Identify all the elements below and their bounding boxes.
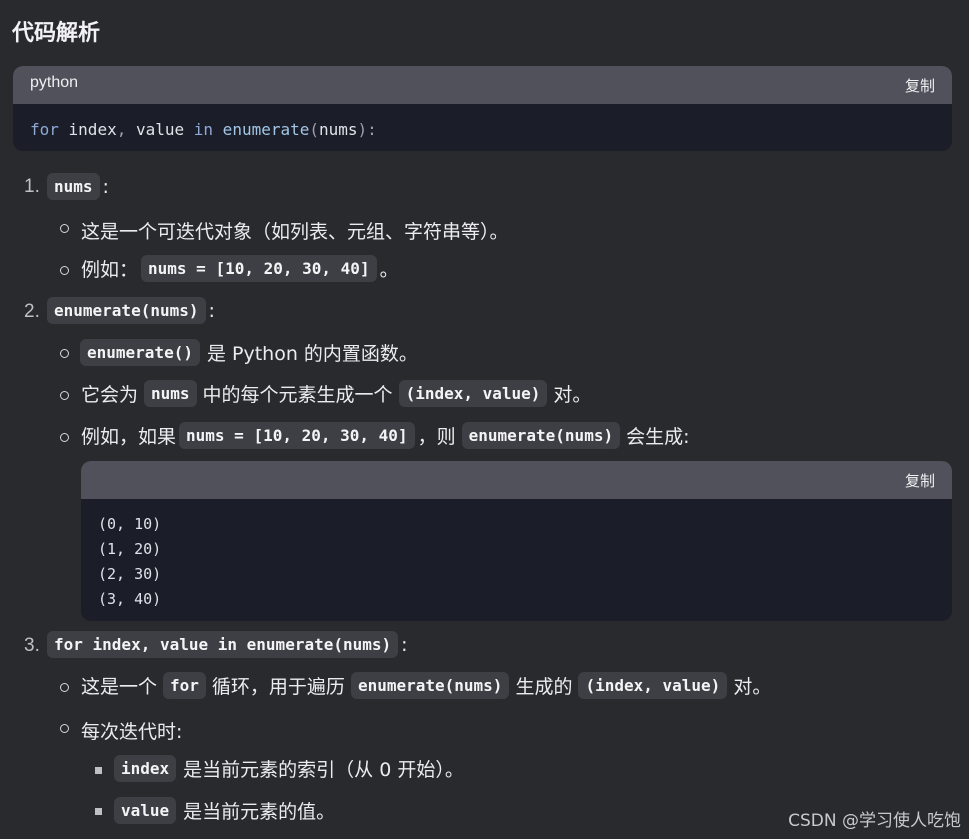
bullet-circle — [60, 683, 69, 692]
copy-button[interactable]: 复制 — [905, 75, 935, 96]
inline-code: for index, value in enumerate(nums) — [47, 631, 399, 658]
list-item-text: 每次迭代时: — [81, 721, 183, 743]
list-item: 它会为 nums 中的每个元素生成一个 (index, value) 对。 — [81, 380, 591, 407]
inline-code: nums — [47, 173, 100, 200]
watermark: CSDN @学习使人吃饱 — [788, 811, 961, 831]
inline-code: (index, value) — [578, 672, 728, 699]
list-item-text: ，则 — [417, 426, 456, 448]
bullet-circle — [60, 349, 69, 358]
inline-code: enumerate(nums) — [350, 672, 510, 699]
list-item: 每次迭代时: — [81, 717, 182, 744]
list-item-title: for index, value in enumerate(nums) : — [44, 631, 408, 658]
list-number: 3. — [24, 635, 40, 656]
colon: : — [401, 633, 408, 656]
inline-code: enumerate(nums) — [47, 297, 206, 324]
bullet-circle — [60, 724, 69, 733]
code-token-punc: , — [116, 120, 127, 139]
colon: : — [208, 299, 215, 322]
list-item: 这是一个可迭代对象（如列表、元组、字符串等）。 — [81, 217, 509, 244]
code-header: python 复制 — [13, 66, 952, 104]
list-item-text: 是当前元素的值。 — [183, 801, 336, 823]
list-item: 例如： nums = [10, 20, 30, 40] 。 — [81, 255, 399, 282]
bullet-circle — [60, 224, 69, 233]
code-token-function: enumerate — [213, 120, 310, 139]
bullet-circle — [60, 391, 69, 400]
section-heading: 代码解析 — [12, 21, 101, 46]
code-language-label: python — [30, 74, 79, 91]
bullet-square — [95, 767, 102, 774]
list-item-text: 它会为 — [81, 384, 139, 406]
code-content: (0, 10) (1, 20) (2, 30) (3, 40) — [81, 499, 952, 612]
list-item: enumerate() 是 Python 的内置函数。 — [77, 339, 418, 366]
code-token-keyword: in — [193, 120, 214, 139]
list-item-text: 生成的 — [515, 676, 573, 698]
inline-code: (index, value) — [398, 380, 548, 407]
list-number: 2. — [24, 301, 40, 322]
code-token-punc: ( — [309, 120, 320, 139]
list-item: 例如，如果 nums = [10, 20, 30, 40] ，则 enumera… — [81, 422, 690, 449]
list-number: 1. — [24, 176, 40, 197]
list-item-text: 。 — [379, 259, 399, 281]
list-item-text: 是当前元素的索引（从 0 开始）。 — [183, 759, 464, 781]
code-content: for index, value in enumerate(nums): — [13, 104, 952, 139]
list-item: value 是当前元素的值。 — [111, 797, 335, 824]
list-item-text: 这是一个可迭代对象（如列表、元组、字符串等）。 — [81, 221, 509, 243]
colon: : — [102, 175, 109, 198]
list-item-title: nums : — [44, 173, 109, 200]
inline-code: index — [114, 755, 177, 782]
code-token-var: index — [58, 120, 117, 139]
inline-code: value — [114, 797, 177, 824]
code-token-keyword: for — [30, 120, 59, 139]
bullet-square — [95, 808, 102, 815]
list-item-text: 例如，如果 — [81, 426, 177, 448]
bullet-circle — [60, 266, 69, 275]
list-item-text: 这是一个 — [81, 676, 158, 698]
code-line: (2, 30) — [98, 565, 162, 583]
code-token-var: value — [126, 120, 194, 139]
inline-code: enumerate(nums) — [461, 422, 621, 449]
list-item-text: 会生成: — [626, 426, 690, 448]
list-item: index 是当前元素的索引（从 0 开始）。 — [111, 755, 464, 782]
inline-code: nums — [144, 380, 197, 407]
inline-code: for — [163, 672, 206, 699]
list-item-text: 对。 — [553, 384, 592, 406]
list-item-text: 例如： — [81, 259, 139, 281]
code-block-python: python 复制 for index, value in enumerate(… — [13, 66, 952, 151]
code-header: 复制 — [81, 461, 952, 499]
bullet-circle — [60, 433, 69, 442]
inline-code: nums = [10, 20, 30, 40] — [141, 255, 377, 282]
list-item: 这是一个 for 循环，用于遍历 enumerate(nums) 生成的 (in… — [81, 672, 771, 699]
list-item-title: enumerate(nums) : — [44, 297, 215, 324]
code-block-output: 复制 (0, 10) (1, 20) (2, 30) (3, 40) — [81, 461, 952, 621]
copy-button[interactable]: 复制 — [905, 470, 935, 491]
code-line: (1, 20) — [98, 540, 162, 558]
inline-code: nums = [10, 20, 30, 40] — [179, 422, 415, 449]
code-token-var: nums — [319, 120, 358, 139]
inline-code: enumerate() — [80, 339, 200, 366]
code-line: (0, 10) — [98, 515, 162, 533]
code-token-punc: ): — [357, 120, 377, 139]
list-item-text: 对。 — [733, 676, 772, 698]
list-item-text: 中的每个元素生成一个 — [202, 384, 393, 406]
code-line: (3, 40) — [98, 590, 162, 608]
list-item-text: 循环，用于遍历 — [211, 676, 345, 698]
list-item-text: 是 Python 的内置函数。 — [206, 343, 418, 365]
